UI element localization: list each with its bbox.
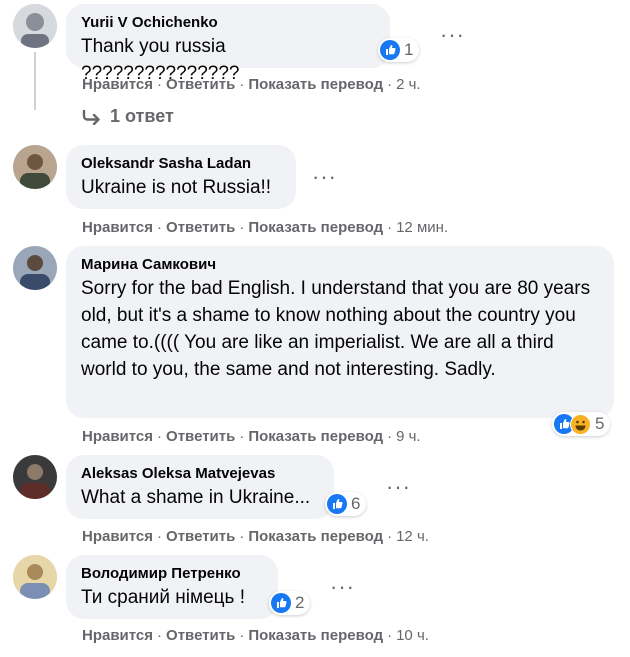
- more-options-icon[interactable]: ···: [312, 166, 337, 188]
- reply-link[interactable]: Ответить: [166, 219, 235, 236]
- comment-actions: Нравится · Ответить · Показать перевод · 10 ч.: [82, 627, 429, 644]
- comment-bubble: Марина Самкович Sorry for the bad Englis…: [66, 246, 614, 418]
- comment-actions: Нравится · Ответить · Показать перевод · 9 ч.: [82, 428, 421, 445]
- comment-author[interactable]: Oleksandr Sasha Ladan: [81, 154, 282, 174]
- comment-author[interactable]: Yurii V Ochichenko: [81, 13, 376, 33]
- comment-text: Ukraine is not Russia!!: [81, 177, 272, 198]
- reply-arrow-icon: [82, 109, 100, 125]
- avatar[interactable]: [13, 4, 57, 48]
- like-link[interactable]: Нравится: [82, 428, 153, 445]
- like-link[interactable]: Нравится: [82, 219, 153, 236]
- comment-author[interactable]: Марина Самкович: [81, 255, 600, 275]
- more-options-icon[interactable]: ···: [440, 24, 465, 46]
- reaction-count: 5: [595, 414, 605, 433]
- comment-time[interactable]: 12 мин.: [396, 219, 448, 236]
- show-translation-link[interactable]: Показать перевод: [248, 428, 383, 445]
- show-translation-link[interactable]: Показать перевод: [248, 219, 383, 236]
- avatar[interactable]: [13, 246, 57, 290]
- comment-author[interactable]: Aleksas Oleksa Matvejevas: [81, 464, 320, 484]
- comment-bubble: Володимир Петренко Ти сраний німець !: [66, 555, 278, 619]
- reaction-summary[interactable]: 6: [325, 492, 367, 516]
- comment-actions: Нравится · Ответить · Показать перевод · 2 ч.: [82, 76, 421, 93]
- avatar[interactable]: [13, 455, 57, 499]
- like-link[interactable]: Нравится: [82, 627, 153, 644]
- comment-time[interactable]: 2 ч.: [396, 76, 421, 93]
- like-link[interactable]: Нравится: [82, 76, 153, 93]
- comment-time[interactable]: 10 ч.: [396, 627, 429, 644]
- like-reaction-icon: [271, 593, 291, 613]
- thread-line: [34, 52, 36, 110]
- reaction-count: 6: [351, 494, 361, 513]
- avatar[interactable]: [13, 555, 57, 599]
- reaction-summary[interactable]: 2: [269, 591, 311, 615]
- comment-text: What a shame in Ukraine...: [81, 487, 311, 508]
- like-reaction-icon: [380, 40, 400, 60]
- avatar[interactable]: [13, 145, 57, 189]
- comment-bubble: Yurii V Ochichenko Thank you russia ????…: [66, 4, 390, 84]
- more-options-icon[interactable]: ···: [386, 476, 411, 498]
- comment-text: Sorry for the bad English. I understand …: [81, 278, 591, 380]
- replies-count: 1 ответ: [110, 106, 174, 126]
- reply-link[interactable]: Ответить: [166, 528, 235, 545]
- comment-actions: Нравится · Ответить · Показать перевод · 12 ч.: [82, 528, 429, 545]
- like-reaction-icon: [327, 494, 347, 514]
- reaction-count: 2: [295, 593, 305, 612]
- comment-text: Ти сраний німець !: [81, 587, 245, 608]
- haha-reaction-icon: [570, 413, 591, 435]
- reaction-summary[interactable]: 1: [378, 38, 420, 62]
- reply-link[interactable]: Ответить: [166, 76, 235, 93]
- like-link[interactable]: Нравится: [82, 528, 153, 545]
- more-options-icon[interactable]: ···: [330, 576, 355, 598]
- comment-author[interactable]: Володимир Петренко: [81, 564, 264, 584]
- comment-bubble: Oleksandr Sasha Ladan Ukraine is not Rus…: [66, 145, 296, 209]
- comment-actions: Нравится · Ответить · Показать перевод · 12 ми…: [82, 219, 449, 236]
- reaction-count: 1: [404, 40, 414, 59]
- view-replies-link[interactable]: 1 ответ: [82, 106, 174, 127]
- show-translation-link[interactable]: Показать перевод: [248, 528, 383, 545]
- reply-link[interactable]: Ответить: [166, 627, 235, 644]
- show-translation-link[interactable]: Показать перевод: [248, 627, 383, 644]
- comment-bubble: Aleksas Oleksa Matvejevas What a shame i…: [66, 455, 334, 519]
- show-translation-link[interactable]: Показать перевод: [248, 76, 383, 93]
- comment-time[interactable]: 9 ч.: [396, 428, 421, 445]
- reply-link[interactable]: Ответить: [166, 428, 235, 445]
- comment-time[interactable]: 12 ч.: [396, 528, 429, 545]
- reaction-summary[interactable]: 5: [552, 412, 611, 436]
